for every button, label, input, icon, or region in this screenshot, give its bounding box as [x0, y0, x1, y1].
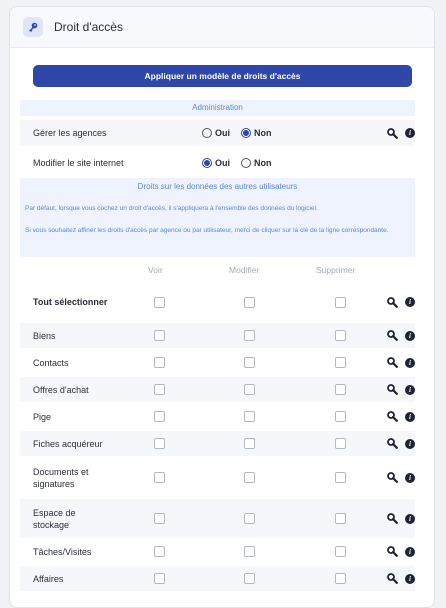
panel-title: Droit d'accès — [54, 20, 123, 34]
rights-row: Tout sélectionner i — [20, 283, 415, 321]
rights-row-label: Contacts — [33, 357, 69, 368]
checkbox-view[interactable] — [154, 296, 165, 308]
checkbox-delete[interactable] — [335, 573, 346, 584]
search-key-icon[interactable] — [386, 357, 398, 369]
rights-row: Biens i — [20, 323, 415, 348]
checkbox-edit[interactable] — [244, 472, 255, 483]
column-header-delete: Supprimer — [316, 265, 356, 275]
checkbox-edit[interactable] — [244, 438, 255, 449]
info-icon[interactable]: i — [404, 472, 416, 484]
radio-non-agencies[interactable]: Non — [241, 128, 272, 138]
admin-row-manage-agencies: Gérer les agences Oui Non i — [20, 120, 415, 146]
rights-row-label: Offres d'achat — [33, 384, 89, 395]
radio-oui-agencies[interactable]: Oui — [202, 128, 230, 138]
access-rights-panel: Droit d'accès Appliquer un modèle de dro… — [9, 6, 435, 608]
rights-row-label: Tâches/Visites — [33, 546, 92, 557]
info-icon[interactable]: i — [404, 438, 416, 450]
rights-row-label: Affaires — [33, 573, 64, 584]
checkbox-edit[interactable] — [244, 546, 255, 557]
rights-row-label: Biens — [33, 330, 56, 341]
rights-row-label: Pige — [33, 411, 52, 422]
checkbox-delete[interactable] — [335, 438, 346, 449]
checkbox-delete[interactable] — [335, 330, 346, 341]
rights-row: Pige i — [20, 404, 415, 429]
rights-row: Documents et signatures i — [20, 458, 415, 497]
search-key-icon[interactable] — [386, 546, 398, 558]
checkbox-view[interactable] — [154, 472, 165, 483]
checkbox-view[interactable] — [154, 330, 165, 341]
rights-row-label: Espace de stockage — [33, 507, 76, 530]
checkbox-edit[interactable] — [244, 330, 255, 341]
checkbox-edit[interactable] — [244, 296, 255, 308]
checkbox-view[interactable] — [154, 573, 165, 584]
checkbox-delete[interactable] — [335, 384, 346, 395]
info-icon[interactable]: i — [404, 127, 416, 139]
admin-row-label: Modifier le site internet — [33, 158, 124, 168]
section-data-title: Droits sur les données des autres utilis… — [137, 182, 298, 191]
checkbox-delete[interactable] — [335, 411, 346, 422]
search-key-icon[interactable] — [386, 573, 398, 585]
checkbox-view[interactable] — [154, 411, 165, 422]
rights-row: Contacts i — [20, 350, 415, 375]
admin-row-label: Gérer les agences — [33, 128, 107, 138]
search-key-icon[interactable] — [386, 330, 398, 342]
rights-row: Tâches/Visites i — [20, 539, 415, 564]
checkbox-edit[interactable] — [244, 513, 255, 524]
info-icon[interactable]: i — [404, 411, 416, 423]
search-key-icon[interactable] — [386, 127, 398, 139]
section-data-rights: Droits sur les données des autres utilis… — [20, 178, 415, 257]
checkbox-view[interactable] — [154, 546, 165, 557]
rights-row: Offres d'achat i — [20, 377, 415, 402]
checkbox-view[interactable] — [154, 438, 165, 449]
checkbox-delete[interactable] — [335, 296, 346, 308]
column-header-edit: Modifier — [229, 265, 260, 275]
info-icon[interactable]: i — [404, 357, 416, 369]
rights-row: Affaires i — [20, 566, 415, 591]
checkbox-view[interactable] — [154, 384, 165, 395]
checkbox-delete[interactable] — [335, 513, 346, 524]
data-note-default: Par défaut, lorsque vous cochez un droit… — [25, 205, 318, 212]
data-note-refine: Si vous souhaitez affiner les droits d'a… — [25, 227, 389, 234]
radio-oui-website[interactable]: Oui — [202, 158, 230, 168]
checkbox-delete[interactable] — [335, 546, 346, 557]
info-icon[interactable]: i — [404, 384, 416, 396]
info-icon[interactable]: i — [404, 573, 416, 585]
checkbox-edit[interactable] — [244, 573, 255, 584]
radio-non-website[interactable]: Non — [241, 158, 272, 168]
search-key-icon[interactable] — [386, 384, 398, 396]
key-icon — [23, 17, 43, 37]
section-administration-title: Administration — [20, 100, 415, 116]
rights-row-label: Documents et signatures — [33, 466, 89, 489]
search-key-icon[interactable] — [386, 438, 398, 450]
info-icon[interactable]: i — [404, 330, 416, 342]
checkbox-view[interactable] — [154, 357, 165, 368]
info-icon[interactable]: i — [404, 296, 416, 308]
info-icon[interactable]: i — [404, 513, 416, 525]
checkbox-view[interactable] — [154, 513, 165, 524]
panel-header: Droit d'accès — [10, 7, 434, 48]
apply-template-button[interactable]: Appliquer un modèle de droits d'accès — [33, 65, 412, 87]
checkbox-edit[interactable] — [244, 384, 255, 395]
search-key-icon[interactable] — [386, 296, 398, 308]
rights-row-label: Tout sélectionner — [33, 297, 108, 307]
rights-row: Fiches acquéreur i — [20, 431, 415, 456]
column-header-view: Voir — [148, 265, 163, 275]
rights-row: Espace de stockage i — [20, 499, 415, 538]
info-icon[interactable]: i — [404, 546, 416, 558]
search-key-icon[interactable] — [386, 472, 398, 484]
checkbox-edit[interactable] — [244, 411, 255, 422]
checkbox-edit[interactable] — [244, 357, 255, 368]
checkbox-delete[interactable] — [335, 472, 346, 483]
rights-row-label: Fiches acquéreur — [33, 438, 103, 449]
admin-row-edit-website: Modifier le site internet Oui Non — [20, 150, 415, 176]
checkbox-delete[interactable] — [335, 357, 346, 368]
search-key-icon[interactable] — [386, 513, 398, 525]
search-key-icon[interactable] — [386, 411, 398, 423]
